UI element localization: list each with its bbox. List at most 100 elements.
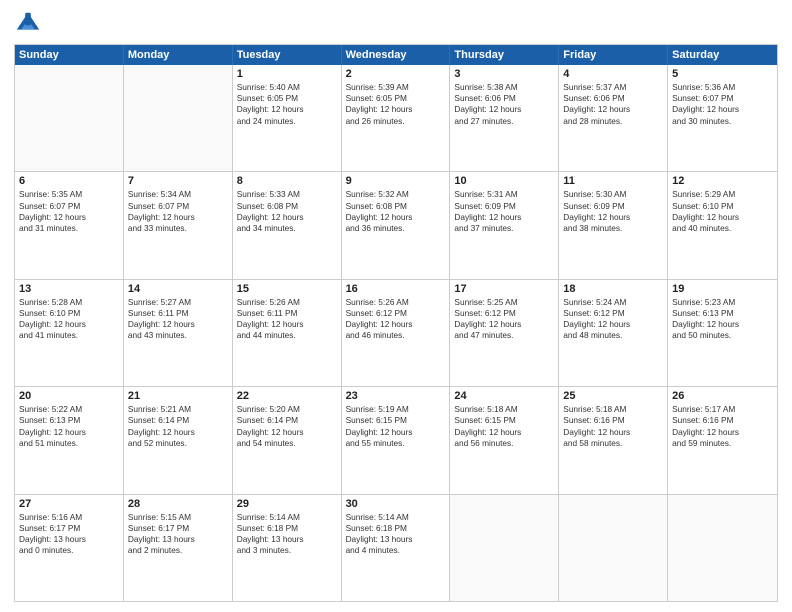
cell-info-line: Daylight: 13 hours xyxy=(19,534,119,545)
day-number-28: 28 xyxy=(128,498,228,510)
cell-info-line: Sunrise: 5:30 AM xyxy=(563,189,663,200)
day-cell-14: 14Sunrise: 5:27 AMSunset: 6:11 PMDayligh… xyxy=(124,280,233,386)
day-number-14: 14 xyxy=(128,283,228,295)
cell-info-line: Sunset: 6:07 PM xyxy=(128,201,228,212)
cell-info-line: Daylight: 12 hours xyxy=(237,212,337,223)
cell-info-line: Daylight: 12 hours xyxy=(454,427,554,438)
cell-info-line: Sunrise: 5:24 AM xyxy=(563,297,663,308)
day-cell-6: 6Sunrise: 5:35 AMSunset: 6:07 PMDaylight… xyxy=(15,172,124,278)
cell-info-line: Daylight: 12 hours xyxy=(672,427,773,438)
cell-info-line: Sunset: 6:12 PM xyxy=(346,308,446,319)
cell-info-line: Daylight: 12 hours xyxy=(346,104,446,115)
cell-info-line: and 0 minutes. xyxy=(19,545,119,556)
cell-info-line: Daylight: 12 hours xyxy=(237,427,337,438)
day-cell-7: 7Sunrise: 5:34 AMSunset: 6:07 PMDaylight… xyxy=(124,172,233,278)
cell-info-line: Sunset: 6:18 PM xyxy=(346,523,446,534)
cell-info-line: Sunset: 6:12 PM xyxy=(454,308,554,319)
cell-info-line: and 26 minutes. xyxy=(346,116,446,127)
cell-info-line: Sunset: 6:06 PM xyxy=(454,93,554,104)
cell-info-line: and 58 minutes. xyxy=(563,438,663,449)
cell-info-line: Daylight: 12 hours xyxy=(237,104,337,115)
cell-info-line: Sunset: 6:06 PM xyxy=(563,93,663,104)
calendar: SundayMondayTuesdayWednesdayThursdayFrid… xyxy=(14,44,778,602)
cell-info-line: and 51 minutes. xyxy=(19,438,119,449)
cell-info-line: Sunset: 6:11 PM xyxy=(237,308,337,319)
cell-info-line: Daylight: 12 hours xyxy=(237,319,337,330)
cell-info-line: Sunset: 6:09 PM xyxy=(454,201,554,212)
cell-info-line: Sunrise: 5:18 AM xyxy=(454,404,554,415)
day-number-24: 24 xyxy=(454,390,554,402)
cell-info-line: and 28 minutes. xyxy=(563,116,663,127)
cell-info-line: and 3 minutes. xyxy=(237,545,337,556)
cell-info-line: Sunset: 6:18 PM xyxy=(237,523,337,534)
cell-info-line: Sunset: 6:13 PM xyxy=(672,308,773,319)
day-number-9: 9 xyxy=(346,175,446,187)
cell-info-line: Sunset: 6:05 PM xyxy=(237,93,337,104)
day-number-18: 18 xyxy=(563,283,663,295)
day-number-11: 11 xyxy=(563,175,663,187)
day-cell-26: 26Sunrise: 5:17 AMSunset: 6:16 PMDayligh… xyxy=(668,387,777,493)
cell-info-line: Daylight: 12 hours xyxy=(563,319,663,330)
header-day-monday: Monday xyxy=(124,45,233,65)
cell-info-line: and 54 minutes. xyxy=(237,438,337,449)
cell-info-line: Daylight: 12 hours xyxy=(346,212,446,223)
day-number-17: 17 xyxy=(454,283,554,295)
cell-info-line: Daylight: 12 hours xyxy=(19,427,119,438)
day-cell-29: 29Sunrise: 5:14 AMSunset: 6:18 PMDayligh… xyxy=(233,495,342,601)
cell-info-line: Sunset: 6:07 PM xyxy=(672,93,773,104)
cell-info-line: Daylight: 12 hours xyxy=(454,212,554,223)
cell-info-line: Sunrise: 5:37 AM xyxy=(563,82,663,93)
cell-info-line: and 40 minutes. xyxy=(672,223,773,234)
cell-info-line: Sunrise: 5:16 AM xyxy=(19,512,119,523)
empty-cell-r4-c6 xyxy=(668,495,777,601)
cell-info-line: Daylight: 12 hours xyxy=(672,319,773,330)
cell-info-line: Sunrise: 5:19 AM xyxy=(346,404,446,415)
day-number-22: 22 xyxy=(237,390,337,402)
cell-info-line: and 56 minutes. xyxy=(454,438,554,449)
cell-info-line: Sunrise: 5:15 AM xyxy=(128,512,228,523)
day-cell-23: 23Sunrise: 5:19 AMSunset: 6:15 PMDayligh… xyxy=(342,387,451,493)
cell-info-line: Sunset: 6:15 PM xyxy=(454,415,554,426)
header-day-thursday: Thursday xyxy=(450,45,559,65)
cell-info-line: Sunrise: 5:29 AM xyxy=(672,189,773,200)
cell-info-line: Sunset: 6:08 PM xyxy=(346,201,446,212)
cell-info-line: and 24 minutes. xyxy=(237,116,337,127)
day-number-15: 15 xyxy=(237,283,337,295)
cell-info-line: and 37 minutes. xyxy=(454,223,554,234)
cell-info-line: Daylight: 12 hours xyxy=(454,104,554,115)
day-number-30: 30 xyxy=(346,498,446,510)
cell-info-line: Sunset: 6:09 PM xyxy=(563,201,663,212)
cell-info-line: Sunrise: 5:26 AM xyxy=(346,297,446,308)
cell-info-line: Daylight: 12 hours xyxy=(346,427,446,438)
day-number-12: 12 xyxy=(672,175,773,187)
cell-info-line: Sunrise: 5:22 AM xyxy=(19,404,119,415)
cell-info-line: Daylight: 12 hours xyxy=(19,319,119,330)
cell-info-line: and 41 minutes. xyxy=(19,330,119,341)
cell-info-line: Daylight: 12 hours xyxy=(128,212,228,223)
cell-info-line: Daylight: 12 hours xyxy=(128,427,228,438)
cell-info-line: Sunset: 6:07 PM xyxy=(19,201,119,212)
cell-info-line: Sunrise: 5:14 AM xyxy=(237,512,337,523)
cell-info-line: Sunset: 6:17 PM xyxy=(128,523,228,534)
empty-cell-r4-c5 xyxy=(559,495,668,601)
cell-info-line: Daylight: 13 hours xyxy=(128,534,228,545)
day-cell-19: 19Sunrise: 5:23 AMSunset: 6:13 PMDayligh… xyxy=(668,280,777,386)
cell-info-line: Sunset: 6:10 PM xyxy=(19,308,119,319)
cell-info-line: Sunrise: 5:35 AM xyxy=(19,189,119,200)
header-day-friday: Friday xyxy=(559,45,668,65)
cell-info-line: Daylight: 12 hours xyxy=(19,212,119,223)
cell-info-line: Sunset: 6:15 PM xyxy=(346,415,446,426)
day-cell-28: 28 Sunrise: 5:15 AMSunset: 6:17 PMDayligh… xyxy=(124,495,233,601)
cell-info-line: Sunrise: 5:34 AM xyxy=(128,189,228,200)
cell-info-line: Sunset: 6:12 PM xyxy=(563,308,663,319)
cell-info-line: Sunrise: 5:26 AM xyxy=(237,297,337,308)
day-number-13: 13 xyxy=(19,283,119,295)
cell-info-line: Daylight: 12 hours xyxy=(672,212,773,223)
day-number-26: 26 xyxy=(672,390,773,402)
cell-info-line: and 4 minutes. xyxy=(346,545,446,556)
day-cell-20: 20Sunrise: 5:22 AMSunset: 6:13 PMDayligh… xyxy=(15,387,124,493)
cell-info-line: and 31 minutes. xyxy=(19,223,119,234)
cell-info-line: Sunrise: 5:32 AM xyxy=(346,189,446,200)
day-cell-12: 12Sunrise: 5:29 AMSunset: 6:10 PMDayligh… xyxy=(668,172,777,278)
cell-info-line: Sunset: 6:14 PM xyxy=(128,415,228,426)
